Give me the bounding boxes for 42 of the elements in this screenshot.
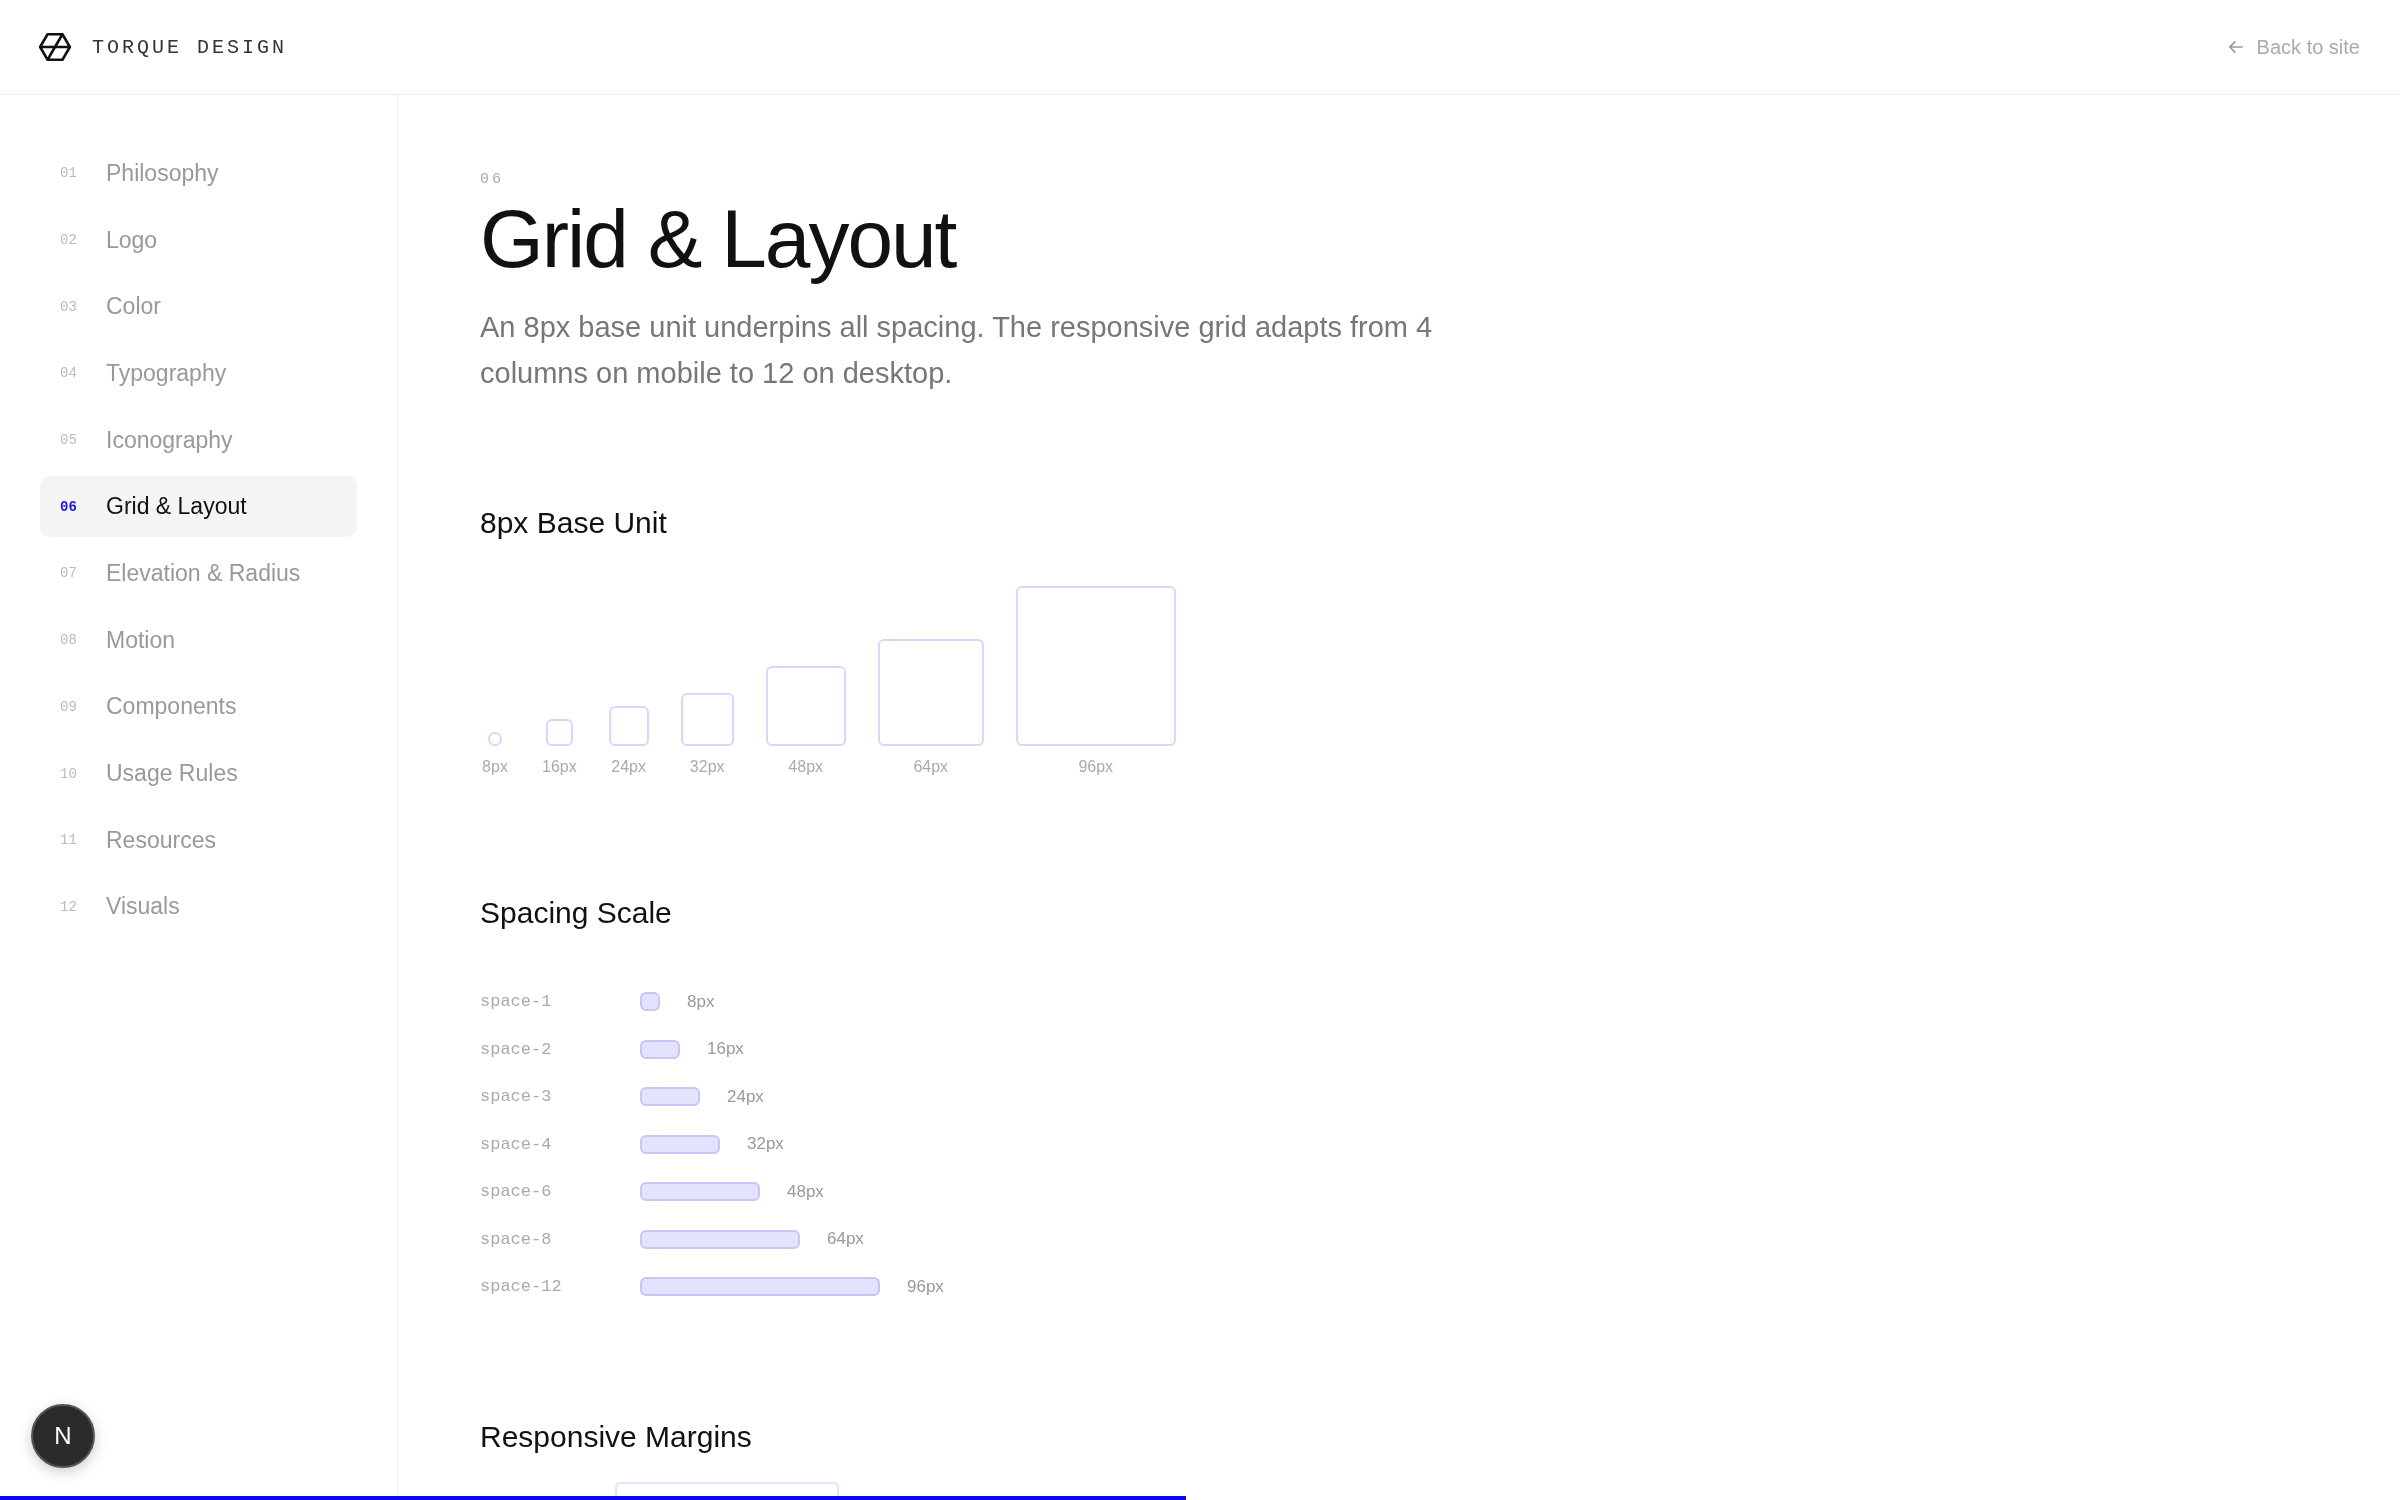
spacing-value: 64px	[827, 1229, 864, 1250]
unit-label: 8px	[482, 757, 508, 776]
spacing-value: 8px	[687, 991, 715, 1012]
spacing-value: 96px	[907, 1276, 944, 1297]
sidebar-item[interactable]: 02 Logo	[40, 209, 357, 271]
page-title: Grid & Layout	[480, 194, 958, 285]
sidebar-item[interactable]: 11 Resources	[40, 809, 357, 871]
unit-label: 16px	[542, 757, 577, 776]
sidebar-item[interactable]: 03 Color	[40, 276, 357, 338]
section-heading: Spacing Scale	[480, 895, 673, 930]
section-heading: Responsive Margins	[480, 1420, 753, 1455]
token-name: space-3	[480, 1087, 553, 1107]
unit-label: 96px	[1078, 757, 1114, 776]
intro-paragraph: An 8px base unit underpins all spacing. The responsive grid adapts from 4 columns on mobile to 12 on desktop.	[480, 310, 1434, 392]
sidebar-item[interactable]: 12 Visuals	[40, 876, 357, 938]
token-name: space-2	[480, 1039, 553, 1059]
unit-label: 32px	[689, 757, 725, 776]
section-heading: 8px Base Unit	[480, 506, 668, 541]
back-to-site-link[interactable]: Back to site	[2226, 35, 2360, 59]
token-name: space-1	[480, 992, 553, 1012]
spacing-value: 48px	[787, 1181, 824, 1202]
sidebar-item[interactable]: 07 Elevation & Radius	[40, 543, 357, 604]
unit-label: 48px	[788, 757, 824, 776]
dev-badge-button[interactable]: N	[31, 1404, 95, 1468]
brand-name: TORQUE DESIGN	[92, 35, 288, 59]
unit-label: 24px	[611, 757, 646, 776]
token-name: space-8	[480, 1229, 553, 1249]
sidebar-item[interactable]: 10 Usage Rules	[40, 743, 357, 804]
sidebar-item[interactable]: 01 Philosophy	[40, 143, 357, 204]
sidebar-item[interactable]: 09 Components	[40, 676, 357, 738]
section-number: 06	[480, 171, 505, 188]
sidebar-item[interactable]: 05 Iconography	[40, 409, 357, 471]
spacing-value: 24px	[727, 1086, 764, 1107]
token-name: space-6	[480, 1182, 553, 1202]
token-name: space-4	[480, 1134, 553, 1154]
token-name: space-12	[480, 1277, 563, 1297]
spacing-value: 32px	[747, 1134, 784, 1155]
sidebar-item[interactable]: 06 Grid & Layout	[40, 476, 357, 538]
sidebar-item[interactable]: 08 Motion	[40, 609, 357, 671]
unit-label: 64px	[913, 757, 949, 776]
spacing-value: 16px	[707, 1039, 744, 1060]
sidebar-item[interactable]: 04 Typography	[40, 343, 357, 404]
